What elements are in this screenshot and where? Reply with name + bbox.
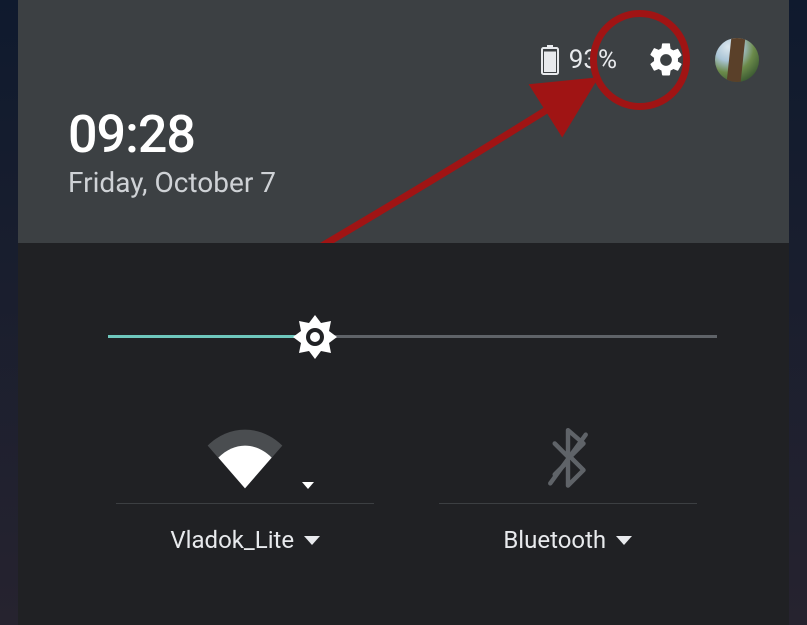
battery-status: 93% — [541, 45, 617, 75]
brightness-thumb[interactable] — [291, 313, 339, 361]
shade-body: Vladok_Lite Bluetooth — [18, 243, 789, 625]
quick-tiles: Vladok_Lite Bluetooth — [84, 423, 729, 554]
settings-button[interactable] — [645, 39, 687, 81]
notification-shade: 93% 09:28 Friday, October 7 — [0, 0, 807, 625]
battery-percent: 93% — [569, 45, 617, 75]
chevron-down-icon — [616, 536, 632, 545]
battery-icon — [541, 45, 559, 75]
wifi-icon — [200, 423, 290, 495]
tile-divider — [439, 503, 697, 504]
chevron-down-icon — [302, 482, 314, 489]
tile-bluetooth-label-row[interactable]: Bluetooth — [503, 526, 632, 554]
brightness-track-filled — [108, 335, 315, 338]
tile-bluetooth[interactable]: Bluetooth — [407, 423, 730, 554]
clock-date: Friday, October 7 — [68, 166, 276, 199]
bluetooth-icon — [543, 423, 593, 495]
status-row: 93% — [541, 38, 759, 82]
chevron-down-icon — [304, 536, 320, 545]
shade-header: 93% 09:28 Friday, October 7 — [18, 0, 789, 243]
tile-wifi-label: Vladok_Lite — [170, 526, 294, 554]
gear-icon — [646, 40, 686, 80]
brightness-slider[interactable] — [108, 335, 717, 339]
tile-divider — [116, 503, 374, 504]
tile-bluetooth-label: Bluetooth — [503, 526, 606, 554]
brightness-icon — [291, 313, 339, 361]
user-avatar[interactable] — [715, 38, 759, 82]
tile-wifi[interactable]: Vladok_Lite — [84, 423, 407, 554]
tile-wifi-label-row[interactable]: Vladok_Lite — [170, 526, 320, 554]
clock-time: 09:28 — [68, 104, 195, 165]
